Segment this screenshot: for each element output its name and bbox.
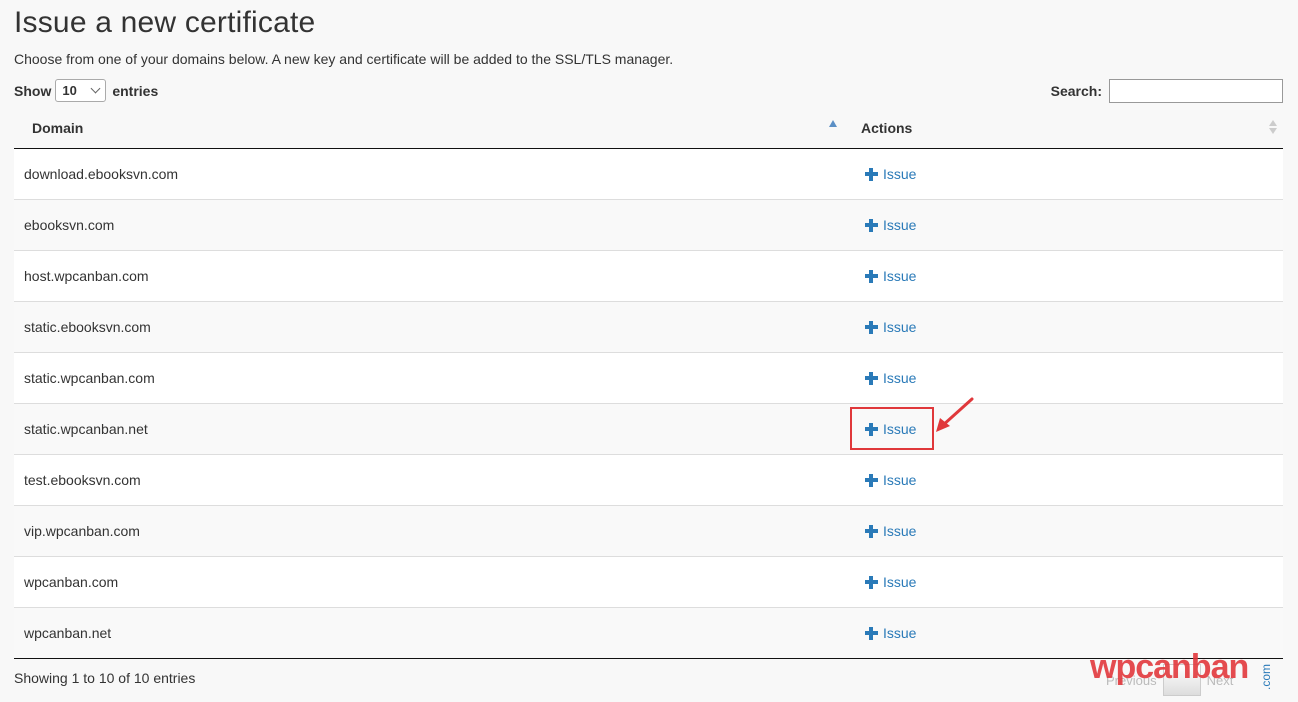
- chevron-down-icon: [90, 83, 101, 94]
- table-row: test.ebooksvn.com Issue: [14, 455, 1283, 506]
- issue-label: Issue: [883, 574, 917, 590]
- arrow-annotation-icon: [936, 397, 974, 432]
- issue-label: Issue: [883, 166, 917, 182]
- plus-icon: [865, 473, 878, 487]
- table-header: Domain Actions: [14, 107, 1283, 149]
- plus-icon: [865, 371, 878, 385]
- table-row: vip.wpcanban.com Issue: [14, 506, 1283, 557]
- highlight-annotation: [850, 407, 934, 450]
- domain-cell: wpcanban.net: [24, 625, 112, 641]
- table-info: Showing 1 to 10 of 10 entries: [14, 670, 196, 686]
- domain-cell: static.wpcanban.com: [24, 370, 155, 386]
- issue-link[interactable]: Issue: [865, 217, 916, 233]
- table-body: download.ebooksvn.com Issue ebooksvn.com Is…: [14, 149, 1283, 659]
- entries-label: entries: [112, 82, 159, 99]
- issue-label: Issue: [883, 370, 917, 386]
- domain-cell: wpcanban.com: [24, 574, 119, 590]
- entries-select[interactable]: 10: [55, 79, 107, 102]
- domain-cell: ebooksvn.com: [24, 217, 115, 233]
- issue-label: Issue: [883, 523, 917, 539]
- entries-length-control: Show 10 entries: [14, 79, 158, 102]
- domain-cell: download.ebooksvn.com: [24, 166, 179, 182]
- plus-icon: [865, 269, 878, 283]
- domain-cell: host.wpcanban.com: [24, 268, 149, 284]
- domain-cell: test.ebooksvn.com: [24, 472, 141, 488]
- issue-link[interactable]: Issue: [865, 319, 916, 335]
- issue-label: Issue: [883, 625, 917, 641]
- issue-label: Issue: [883, 217, 917, 233]
- plus-icon: [865, 524, 878, 538]
- domain-cell: static.wpcanban.net: [24, 421, 148, 437]
- issue-label: Issue: [883, 472, 917, 488]
- column-header-domain[interactable]: Domain: [32, 120, 83, 136]
- search-control: Search:: [1051, 79, 1283, 103]
- domain-cell: static.ebooksvn.com: [24, 319, 151, 335]
- issue-label: Issue: [883, 268, 917, 284]
- table-row: wpcanban.com Issue: [14, 557, 1283, 608]
- sort-both-icon[interactable]: [1269, 120, 1277, 134]
- issue-label: Issue: [883, 319, 917, 335]
- search-label: Search:: [1050, 83, 1102, 99]
- watermark-suffix: .com: [1259, 663, 1273, 690]
- column-header-actions[interactable]: Actions: [861, 120, 912, 136]
- issue-link[interactable]: Issue: [865, 523, 916, 539]
- issue-link[interactable]: Issue: [865, 625, 916, 641]
- issue-link[interactable]: Issue: [865, 166, 916, 182]
- domain-cell: vip.wpcanban.com: [24, 523, 140, 539]
- entries-select-value: 10: [62, 83, 77, 98]
- plus-icon: [865, 218, 878, 232]
- search-input[interactable]: [1109, 79, 1283, 103]
- table-row: static.wpcanban.com Issue: [14, 353, 1283, 404]
- plus-icon: [865, 167, 878, 181]
- plus-icon: [865, 575, 878, 589]
- domains-table: Domain Actions download.ebooksvn.com Issu…: [14, 107, 1283, 659]
- table-row: host.wpcanban.com Issue: [14, 251, 1283, 302]
- plus-icon: [865, 320, 878, 334]
- issue-link[interactable]: Issue: [865, 268, 916, 284]
- page-description: Choose from one of your domains below. A…: [14, 51, 674, 67]
- table-row: ebooksvn.com Issue: [14, 200, 1283, 251]
- issue-link[interactable]: Issue: [865, 370, 916, 386]
- plus-icon: [865, 626, 878, 640]
- sort-ascending-icon[interactable]: [829, 120, 837, 127]
- issue-link[interactable]: Issue: [865, 472, 916, 488]
- table-row: download.ebooksvn.com Issue: [14, 149, 1283, 200]
- show-label: Show: [14, 82, 52, 99]
- table-row: static.wpcanban.net Issue: [14, 404, 1283, 455]
- watermark-logo: wpcanban: [1090, 648, 1249, 686]
- issue-link[interactable]: Issue: [865, 574, 916, 590]
- table-row: static.ebooksvn.com Issue: [14, 302, 1283, 353]
- page-title: Issue a new certificate: [14, 6, 316, 39]
